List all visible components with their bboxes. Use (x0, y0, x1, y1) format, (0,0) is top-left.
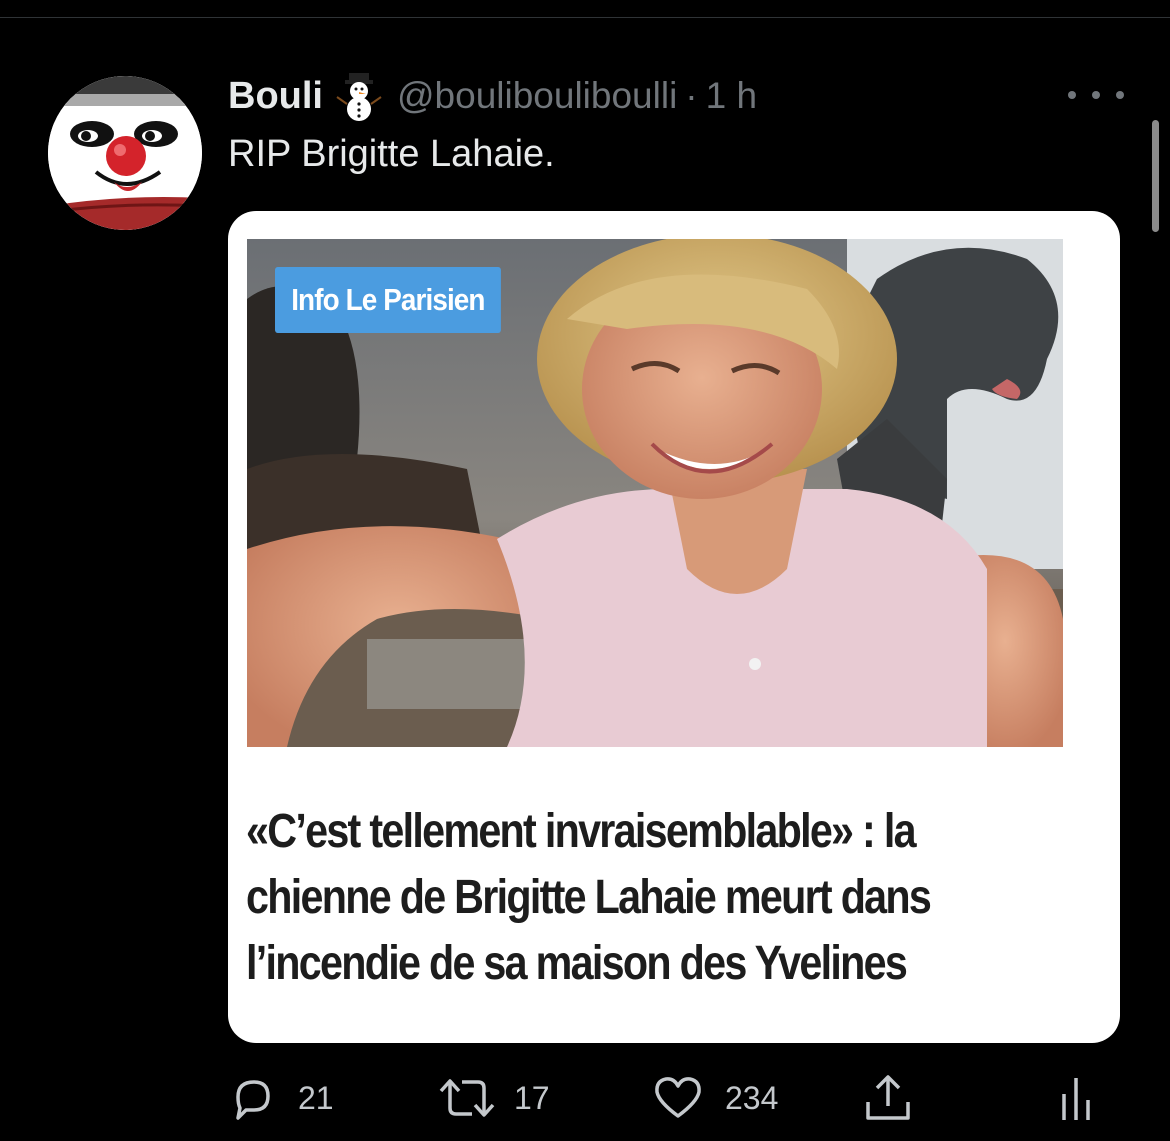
scrollbar[interactable] (1152, 120, 1159, 232)
retweet-count: 17 (514, 1079, 550, 1116)
snowman-emoji-icon (336, 73, 382, 121)
more-dots-icon[interactable] (1068, 80, 1124, 110)
share-button[interactable] (862, 1065, 914, 1131)
analytics-button[interactable] (1058, 1065, 1094, 1131)
share-upload-icon (866, 1075, 910, 1120)
headline-line: l’incendie de sa maison des Yvelines (246, 937, 908, 990)
tweet-header: Bouli @boulibouliboulli · 1 h (228, 70, 757, 122)
retweet-button[interactable]: 17 (438, 1065, 550, 1131)
tweet[interactable]: Bouli @boulibouliboulli · 1 h RIP Brigit… (0, 0, 1170, 1141)
like-count: 234 (725, 1079, 779, 1116)
article-headline[interactable]: «C’est tellement invraisemblable» : la c… (246, 799, 1072, 997)
separator-dot: · (685, 75, 698, 116)
handle[interactable]: @boulibouliboulli (397, 75, 677, 117)
heart-icon (655, 1077, 701, 1118)
action-bar: 21 17 234 (0, 1065, 1170, 1131)
headline-line: «C’est tellement invraisemblable» : la (246, 805, 917, 858)
avatar[interactable] (48, 76, 202, 230)
more-dot (1092, 91, 1100, 99)
display-name[interactable]: Bouli (228, 75, 323, 118)
snowman-avatar-image (48, 76, 202, 230)
timestamp[interactable]: 1 h (706, 75, 757, 117)
article-image[interactable]: Info Le Parisien (247, 239, 1063, 747)
link-card[interactable]: Info Le Parisien «C’est tellement invrai… (228, 211, 1120, 1043)
like-button[interactable]: 234 (653, 1065, 778, 1131)
analytics-bars-icon (1062, 1078, 1090, 1120)
reply-count: 21 (298, 1079, 334, 1116)
more-dot (1068, 91, 1076, 99)
more-dot (1116, 91, 1124, 99)
headline-line: chienne de Brigitte Lahaie meurt dans (246, 871, 932, 924)
reply-button[interactable]: 21 (228, 1065, 334, 1131)
reply-bubble-icon (236, 1080, 270, 1120)
retweet-arrows-icon (439, 1079, 495, 1117)
source-badge: Info Le Parisien (275, 267, 501, 333)
tweet-text: RIP Brigitte Lahaie. (228, 133, 555, 175)
